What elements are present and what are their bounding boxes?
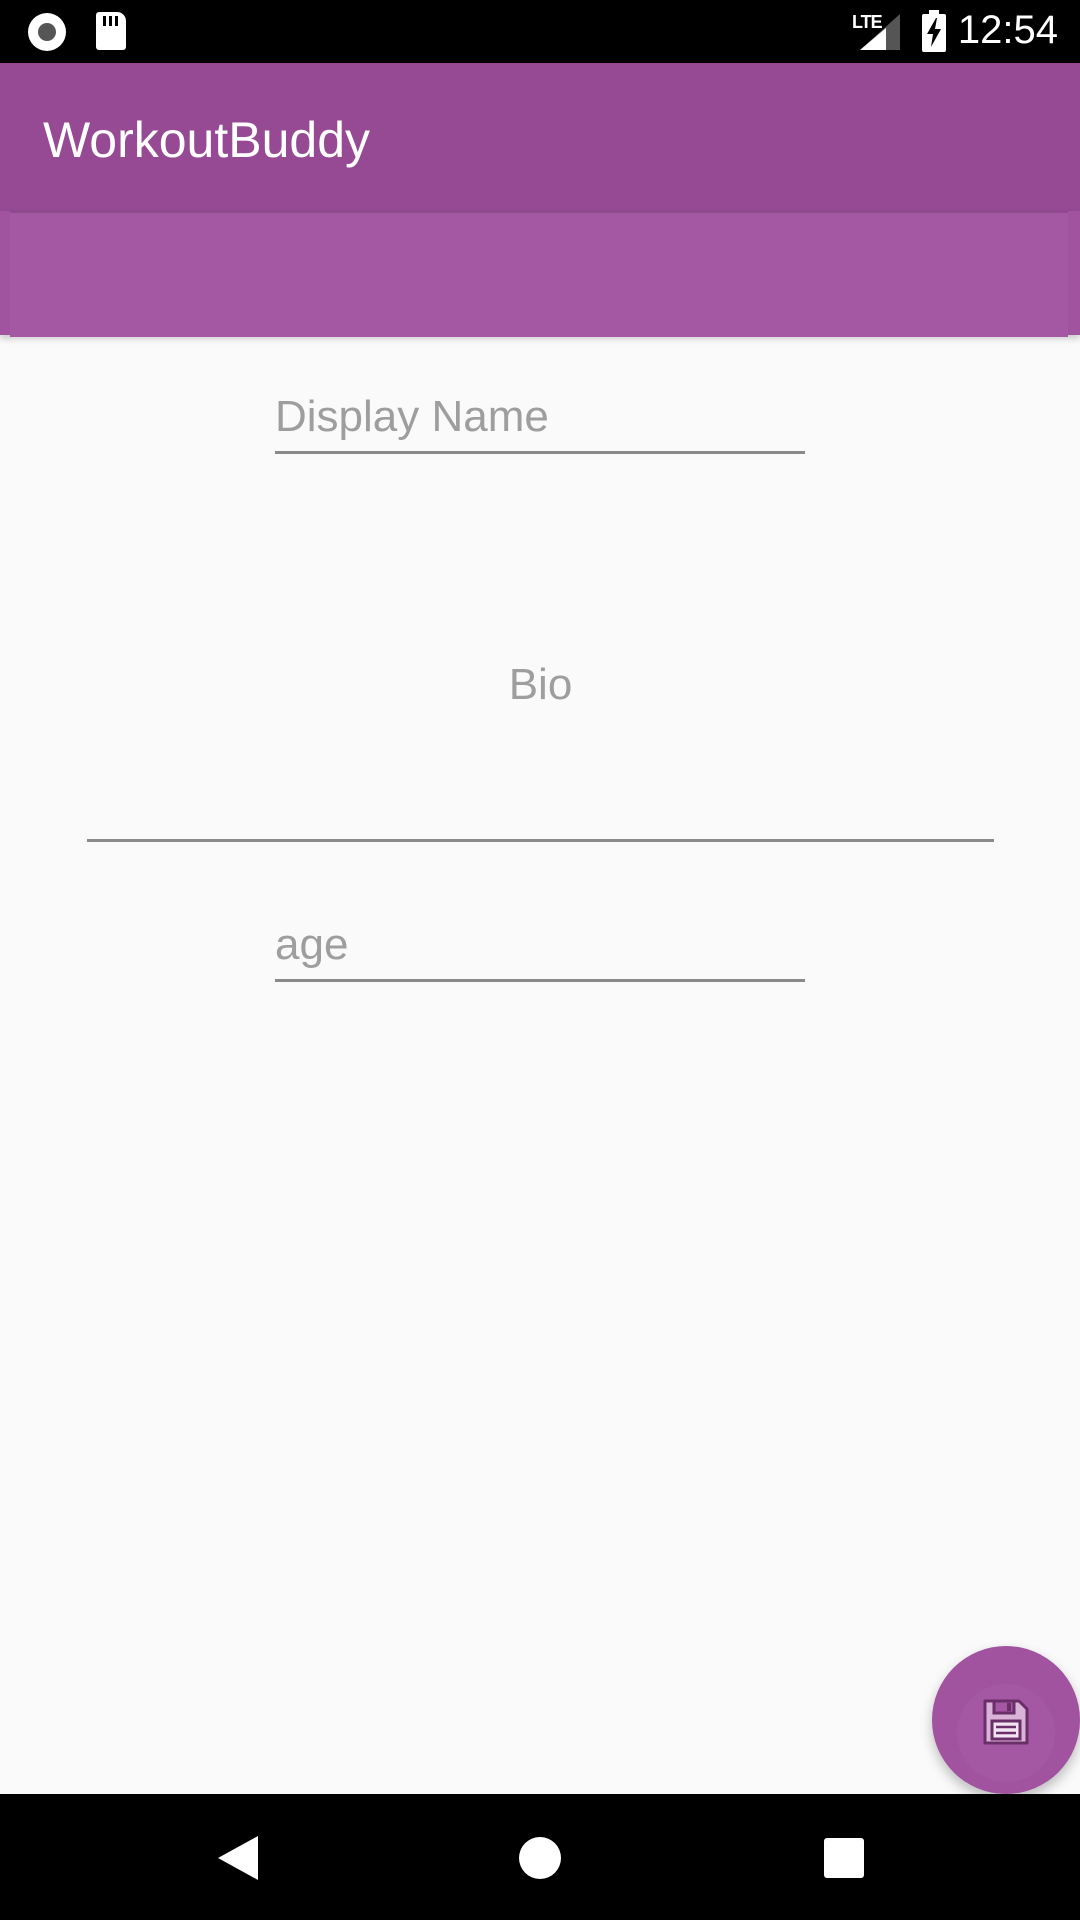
battery-charging-icon <box>922 10 946 52</box>
screen-record-icon <box>28 13 66 51</box>
app-title: WorkoutBuddy <box>43 112 371 168</box>
recents-icon[interactable] <box>814 1828 874 1888</box>
display-name-underline <box>275 451 805 454</box>
display-name-field[interactable] <box>275 386 805 454</box>
app-bar-extension <box>0 211 1080 337</box>
app-bar: WorkoutBuddy <box>0 63 1080 211</box>
age-input[interactable] <box>275 914 805 976</box>
app-bar-extension-panel <box>10 211 1068 337</box>
display-name-input[interactable] <box>275 386 805 448</box>
bio-field[interactable] <box>87 640 994 842</box>
bio-input[interactable] <box>87 640 994 810</box>
lte-signal-icon <box>860 14 900 50</box>
status-bar: LTE 12:54 <box>0 0 1080 63</box>
home-icon[interactable] <box>510 1828 570 1888</box>
save-fab-button[interactable] <box>932 1646 1080 1794</box>
bio-underline <box>87 839 994 842</box>
status-time: 12:54 <box>957 8 1058 52</box>
age-underline <box>275 979 805 982</box>
navigation-bar <box>0 1794 1080 1920</box>
age-field[interactable] <box>275 914 805 982</box>
back-icon[interactable] <box>206 1828 266 1888</box>
sd-card-icon <box>96 12 126 50</box>
save-icon <box>983 1699 1029 1745</box>
